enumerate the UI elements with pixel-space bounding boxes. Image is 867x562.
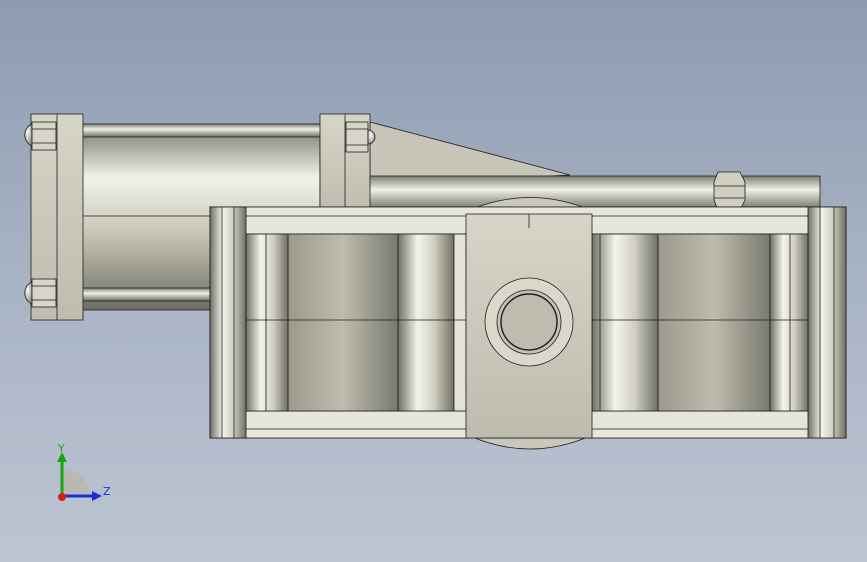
roller-clamp-body — [209, 197, 847, 450]
right-drum — [657, 233, 771, 412]
right-roller-a — [591, 233, 659, 412]
front-nut — [345, 121, 369, 153]
left-roller-b — [397, 233, 455, 412]
z-axis-label: Z — [103, 485, 111, 498]
rod-nut — [713, 171, 746, 211]
acorn-nut-bottom — [24, 281, 33, 305]
x-axis-dot — [58, 493, 66, 501]
right-roller-b — [769, 233, 809, 412]
center-bore-inner — [500, 293, 558, 351]
left-end-roll — [209, 206, 247, 439]
left-roller-a — [245, 233, 289, 412]
left-drum — [287, 233, 399, 412]
cad-viewport[interactable] — [0, 0, 867, 562]
piston-rod — [344, 175, 821, 211]
view-orientation-triad[interactable]: Y Z — [48, 440, 118, 510]
y-axis-label: Y — [58, 442, 65, 455]
acorn-nut-top — [24, 123, 33, 147]
triad-arc — [62, 468, 90, 496]
bracket-plate — [369, 121, 571, 186]
right-end-roll — [807, 206, 847, 439]
